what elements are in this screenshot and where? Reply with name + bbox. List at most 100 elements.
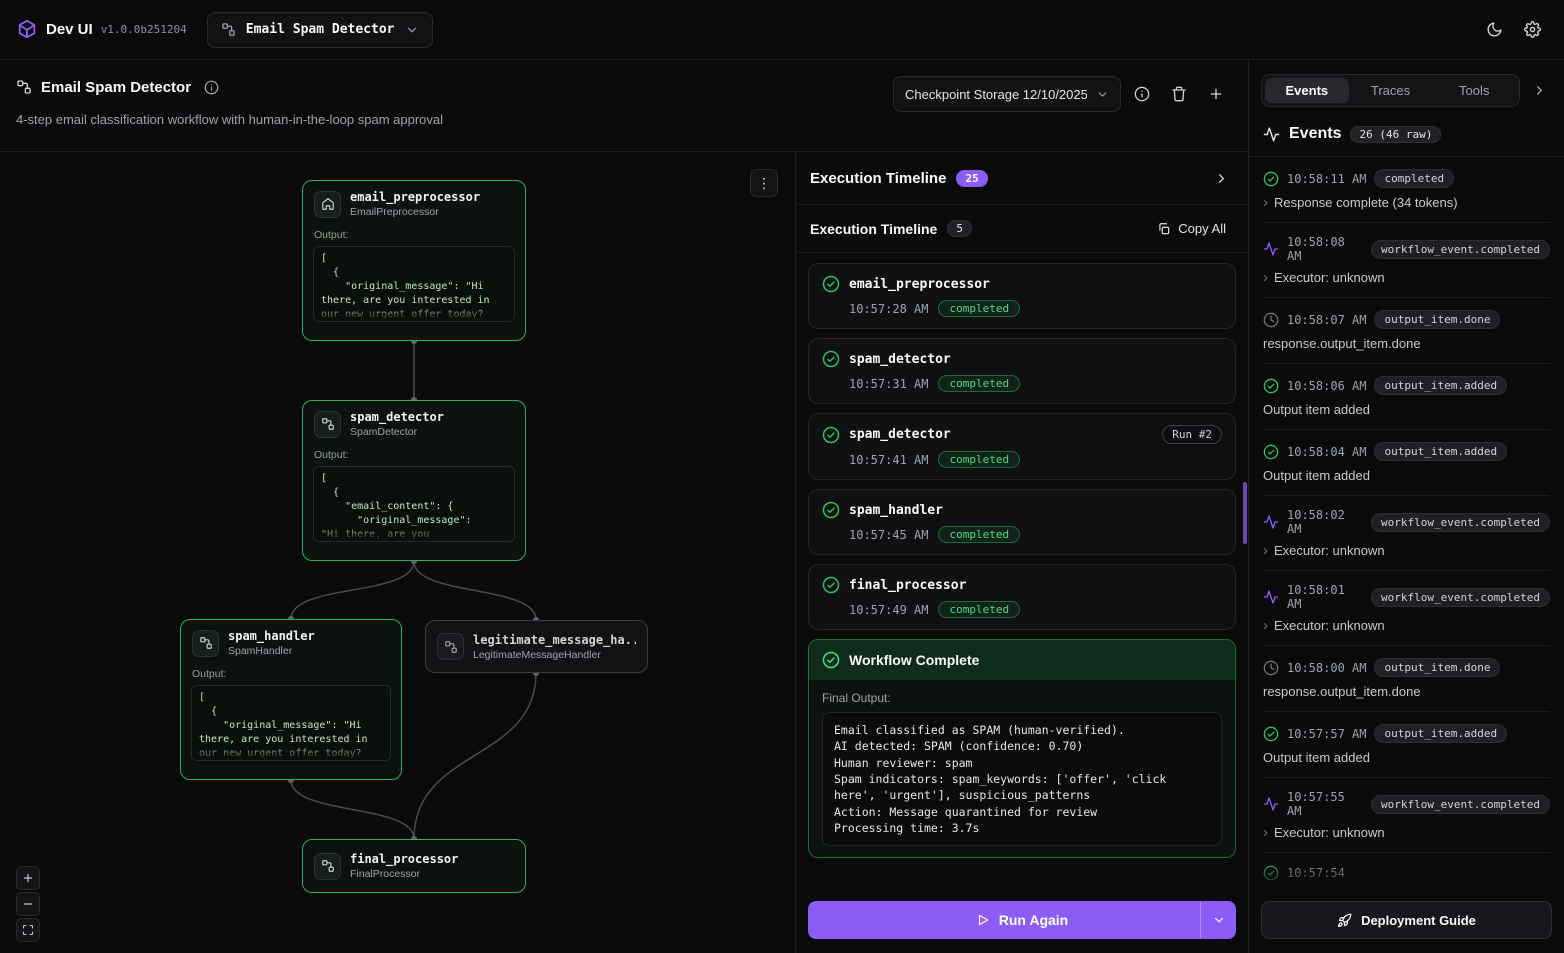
workflow-icon <box>314 853 341 880</box>
node-email-preprocessor[interactable]: email_preprocessor EmailPreprocessor Out… <box>302 180 526 341</box>
event-time: 10:58:08 AM <box>1287 235 1363 263</box>
events-list: 10:58:11 AM completed › Response complet… <box>1249 157 1564 891</box>
final-output-label: Final Output: <box>822 691 1222 705</box>
checkpoint-selector-label: Checkpoint Storage 12/10/2025, 10:5 <box>905 87 1087 102</box>
workflow-selector-label: Email Spam Detector <box>246 22 395 37</box>
node-spam-detector[interactable]: spam_detector SpamDetector Output: [ { "… <box>302 400 526 561</box>
chevron-down-icon <box>1096 88 1109 101</box>
workflow-info-button[interactable] <box>200 76 222 98</box>
gear-icon <box>1524 21 1541 38</box>
event-item[interactable]: 10:58:02 AM workflow_event.completed › E… <box>1263 496 1550 571</box>
timeline-list-header: Execution Timeline 5 Copy All <box>796 205 1248 253</box>
run-again-dropdown[interactable] <box>1200 901 1236 939</box>
timeline-footer: Run Again <box>796 891 1248 953</box>
zoom-controls <box>16 866 40 942</box>
timeline-item[interactable]: spam_handler 10:57:45 AM completed <box>808 489 1236 555</box>
node-spam-handler[interactable]: spam_handler SpamHandler Output: [ { "or… <box>180 619 402 780</box>
workflow-selector[interactable]: Email Spam Detector <box>207 12 433 48</box>
scrollbar-thumb[interactable] <box>1243 482 1247 544</box>
event-detail: Executor: unknown <box>1274 543 1385 558</box>
expand-chevron-icon: › <box>1263 270 1268 285</box>
node-legitimate-message-handler[interactable]: legitimate_message_ha... LegitimateMessa… <box>425 620 648 673</box>
timeline-item[interactable]: spam_detector Run #2 10:57:41 AM complet… <box>808 413 1236 480</box>
event-time: 10:57:55 AM <box>1287 790 1363 818</box>
moon-icon <box>1486 21 1503 38</box>
clock-icon <box>1263 660 1279 676</box>
collapse-panel-button[interactable] <box>1526 78 1552 104</box>
timeline-item[interactable]: final_processor 10:57:49 AM completed <box>808 564 1236 630</box>
edge <box>291 780 414 839</box>
zoom-in-button[interactable] <box>16 866 40 890</box>
node-final-processor[interactable]: final_processor FinalProcessor <box>302 839 526 893</box>
page-header-left: Email Spam Detector 4-step email classif… <box>16 76 443 151</box>
run-number-badge: Run #2 <box>1162 425 1222 444</box>
timeline-item[interactable]: email_preprocessor 10:57:28 AM completed <box>808 263 1236 329</box>
event-type-badge: workflow_event.completed <box>1371 588 1550 607</box>
tab-traces[interactable]: Traces <box>1349 78 1433 103</box>
event-type-badge: output_item.done <box>1374 310 1500 329</box>
tab-events[interactable]: Events <box>1265 78 1349 103</box>
checkpoint-info-button[interactable] <box>1126 78 1158 110</box>
event-item[interactable]: 10:58:08 AM workflow_event.completed › E… <box>1263 223 1550 298</box>
event-detail: response.output_item.done <box>1263 336 1421 351</box>
node-output-code: [ { "original_message": "Hi there, are y… <box>313 246 515 322</box>
play-icon <box>976 913 990 927</box>
app-root: Dev UI v1.0.0b251204 Email Spam Detector <box>0 0 1564 953</box>
event-item[interactable]: 10:58:00 AM output_item.done response.ou… <box>1263 646 1550 712</box>
timeline-item-name: email_preprocessor <box>849 277 990 292</box>
event-item[interactable]: 10:58:07 AM output_item.done response.ou… <box>1263 298 1550 364</box>
minus-icon <box>22 898 34 910</box>
event-time: 10:58:02 AM <box>1287 508 1363 536</box>
workflow-icon <box>16 79 32 95</box>
event-item[interactable]: 10:57:54 <box>1263 853 1550 891</box>
workflow-canvas[interactable]: email_preprocessor EmailPreprocessor Out… <box>0 152 795 953</box>
theme-toggle-button[interactable] <box>1478 14 1510 46</box>
tab-tools[interactable]: Tools <box>1432 78 1516 103</box>
workflow-complete-card: Workflow Complete Final Output: Email cl… <box>808 639 1236 858</box>
run-again-button[interactable]: Run Again <box>808 901 1236 939</box>
clock-icon <box>1263 312 1279 328</box>
node-output-label: Output: <box>181 666 401 685</box>
main-area: Email Spam Detector 4-step email classif… <box>0 60 1564 953</box>
zoom-out-button[interactable] <box>16 892 40 916</box>
event-time: 10:57:57 AM <box>1287 727 1366 741</box>
workflow-icon <box>314 411 341 438</box>
node-title: legitimate_message_ha... <box>473 633 636 647</box>
event-item[interactable]: 10:57:55 AM workflow_event.completed › E… <box>1263 778 1550 853</box>
deployment-guide-label: Deployment Guide <box>1361 913 1476 928</box>
event-item[interactable]: 10:58:11 AM completed › Response complet… <box>1263 157 1550 223</box>
check-circle-icon <box>822 350 840 368</box>
timeline-item-name: spam_handler <box>849 503 943 518</box>
info-icon <box>204 80 219 95</box>
page-header-actions: Checkpoint Storage 12/10/2025, 10:5 <box>893 76 1232 112</box>
fit-view-button[interactable] <box>16 918 40 942</box>
canvas-menu-button[interactable]: ⋮ <box>750 169 778 197</box>
node-subtitle: SpamHandler <box>228 645 315 657</box>
event-item[interactable]: 10:57:57 AM output_item.added Output ite… <box>1263 712 1550 778</box>
timeline-item-time: 10:57:28 AM <box>849 302 928 316</box>
settings-button[interactable] <box>1516 14 1548 46</box>
new-checkpoint-button[interactable] <box>1200 78 1232 110</box>
delete-checkpoint-button[interactable] <box>1163 78 1195 110</box>
event-type-badge: workflow_event.completed <box>1371 513 1550 532</box>
status-badge: completed <box>938 451 1020 468</box>
expand-chevron-icon: › <box>1263 825 1268 840</box>
timeline-panel-title: Execution Timeline <box>810 170 946 187</box>
workflow-icon <box>192 630 219 657</box>
deployment-guide-button[interactable]: Deployment Guide <box>1261 901 1552 939</box>
node-title: final_processor <box>350 852 458 866</box>
app-name: Dev UI <box>46 21 93 38</box>
event-item[interactable]: 10:58:06 AM output_item.added Output ite… <box>1263 364 1550 430</box>
event-detail: Executor: unknown <box>1274 270 1385 285</box>
timeline-item[interactable]: spam_detector 10:57:31 AM completed <box>808 338 1236 404</box>
checkpoint-selector[interactable]: Checkpoint Storage 12/10/2025, 10:5 <box>893 76 1121 112</box>
event-item[interactable]: 10:58:04 AM output_item.added Output ite… <box>1263 430 1550 496</box>
timeline-item-name: spam_detector <box>849 352 951 367</box>
node-subtitle: SpamDetector <box>350 426 444 438</box>
app-logo-icon <box>16 19 38 41</box>
event-item[interactable]: 10:58:01 AM workflow_event.completed › E… <box>1263 571 1550 646</box>
collapse-timeline-button[interactable] <box>1208 165 1234 191</box>
event-type-badge: output_item.added <box>1374 376 1507 395</box>
copy-all-button[interactable]: Copy All <box>1149 216 1234 241</box>
event-detail: response.output_item.done <box>1263 684 1421 699</box>
